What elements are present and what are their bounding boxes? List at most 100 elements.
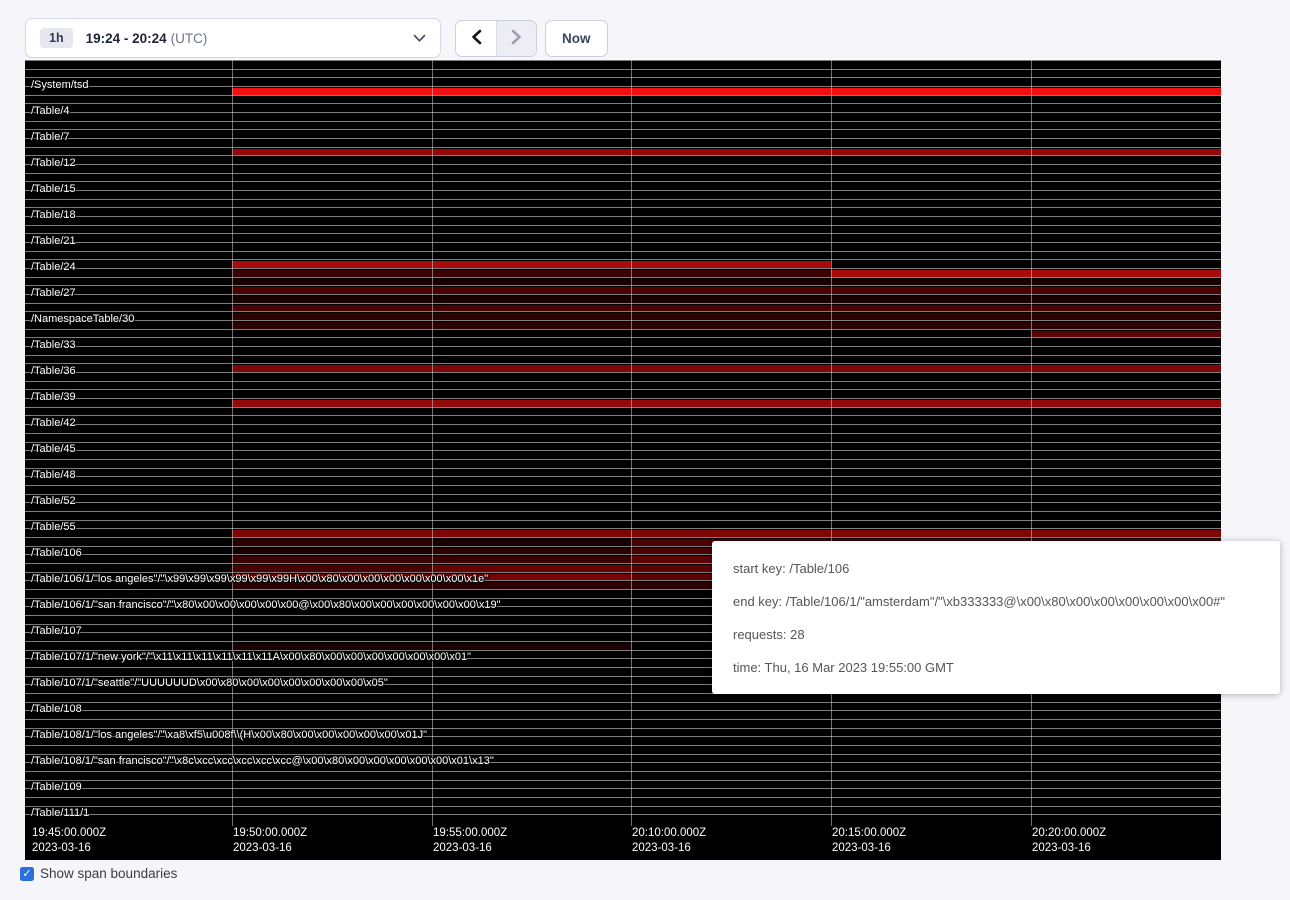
heatmap-sub-row	[25, 771, 1221, 780]
heatmap-sub-row	[25, 433, 1221, 442]
heatmap-sub-row	[25, 329, 1221, 338]
heat-band	[232, 400, 1221, 407]
now-button[interactable]: Now	[545, 20, 608, 57]
row-label: /Table/18	[31, 209, 76, 221]
toolbar: 1h 19:24 - 20:24 (UTC) Now	[0, 0, 1290, 60]
show-span-boundaries-checkbox[interactable]: ✓	[20, 867, 34, 881]
heatmap-sub-row	[25, 138, 1221, 147]
heatmap-sub-row	[25, 407, 1221, 416]
chevron-down-icon	[413, 34, 426, 43]
heatmap-sub-row	[25, 485, 1221, 494]
heatmap-sub-row	[25, 216, 1221, 225]
time-tick-label: 19:55:00.000Z2023-03-16	[433, 826, 507, 855]
heatmap-sub-row	[25, 181, 1221, 190]
heat-band	[232, 565, 432, 572]
row-label: /Table/24	[31, 261, 76, 273]
heatmap-sub-row	[25, 468, 1221, 477]
heatmap-sub-row	[25, 363, 1221, 372]
row-label: /Table/15	[31, 183, 76, 195]
tooltip-line: requests: 28	[733, 618, 1272, 651]
heatmap-sub-row	[25, 502, 1221, 511]
heatmap-sub-row	[25, 415, 1221, 424]
time-gridline	[1031, 60, 1032, 826]
heatmap-sub-row	[25, 86, 1221, 95]
heatmap-sub-row	[25, 389, 1221, 398]
heatmap-sub-row	[25, 372, 1221, 381]
heat-band	[232, 548, 432, 555]
heatmap-sub-row	[25, 251, 1221, 260]
heatmap-sub-row	[25, 311, 1221, 320]
heatmap-rows	[25, 60, 1221, 823]
time-tick-label: 20:15:00.000Z2023-03-16	[832, 826, 906, 855]
heat-band	[232, 539, 432, 546]
heat-band	[432, 539, 632, 546]
heat-band	[232, 530, 1221, 537]
heatmap-sub-row	[25, 259, 1221, 268]
row-label: /Table/12	[31, 157, 76, 169]
heatmap-sub-row	[25, 147, 1221, 156]
heat-band	[232, 88, 1221, 95]
row-label: /Table/21	[31, 235, 76, 247]
row-label: /Table/48	[31, 469, 76, 481]
row-label: /Table/7	[31, 131, 70, 143]
heatmap-sub-row	[25, 476, 1221, 485]
heatmap-sub-row	[25, 77, 1221, 86]
heatmap-sub-row	[25, 69, 1221, 78]
row-label: /Table/106	[31, 547, 82, 559]
heat-band	[232, 261, 831, 268]
heatmap-sub-row	[25, 225, 1221, 234]
heatmap-sub-row	[25, 320, 1221, 329]
time-range-text: 19:24 - 20:24	[86, 31, 167, 46]
time-range-select[interactable]: 1h 19:24 - 20:24 (UTC)	[25, 18, 441, 58]
row-label: /Table/106/1/"san francisco"/"\x80\x00\x…	[31, 599, 501, 611]
heatmap-sub-row	[25, 450, 1221, 459]
heatmap-sub-row	[25, 277, 1221, 286]
heatmap-sub-row	[25, 268, 1221, 277]
row-label: /Table/106/1/"los angeles"/"\x99\x99\x99…	[31, 573, 488, 585]
time-nav-group	[455, 20, 537, 57]
heatmap-sub-row	[25, 806, 1221, 815]
heatmap-sub-row	[25, 337, 1221, 346]
heatmap-sub-row	[25, 199, 1221, 208]
row-label: /Table/107	[31, 625, 82, 637]
heatmap-sub-row	[25, 155, 1221, 164]
chevron-left-icon	[470, 29, 483, 48]
show-span-boundaries-control: ✓ Show span boundaries	[20, 866, 177, 881]
heatmap-sub-row	[25, 173, 1221, 182]
time-tick-label: 20:10:00.000Z2023-03-16	[632, 826, 706, 855]
heatmap-sub-row	[25, 710, 1221, 719]
heatmap-sub-row	[25, 303, 1221, 312]
heat-band	[432, 565, 632, 572]
heatmap-sub-row	[25, 129, 1221, 138]
chevron-right-icon	[510, 29, 523, 48]
heatmap-sub-row	[25, 398, 1221, 407]
tooltip-line: time: Thu, 16 Mar 2023 19:55:00 GMT	[733, 651, 1272, 684]
heatmap-sub-row	[25, 494, 1221, 503]
heat-band	[232, 149, 1221, 156]
heatmap-sub-row	[25, 797, 1221, 806]
heat-band	[232, 322, 1221, 329]
next-time-button[interactable]	[496, 21, 536, 56]
heatmap-sub-row	[25, 528, 1221, 537]
row-label: /Table/52	[31, 495, 76, 507]
heatmap-sub-row	[25, 719, 1221, 728]
heatmap-sub-row	[25, 520, 1221, 529]
prev-time-button[interactable]	[456, 21, 496, 56]
heatmap-sub-row	[25, 164, 1221, 173]
heat-band	[232, 305, 1221, 312]
heatmap-sub-row	[25, 745, 1221, 754]
heat-band	[831, 270, 1221, 277]
heatmap-sub-row	[25, 233, 1221, 242]
row-label: /Table/27	[31, 287, 76, 299]
heatmap-sub-row	[25, 814, 1221, 823]
keyspace-heatmap-panel[interactable]: /System/tsd/Table/4/Table/7/Table/12/Tab…	[25, 60, 1221, 860]
time-gridline	[631, 60, 632, 826]
row-label: /System/tsd	[31, 79, 88, 91]
duration-chip: 1h	[40, 28, 73, 48]
heatmap-sub-row	[25, 442, 1221, 451]
heatmap-sub-row	[25, 103, 1221, 112]
time-tick-label: 19:50:00.000Z2023-03-16	[233, 826, 307, 855]
row-label: /Table/107/1/"seattle"/"UUUUUUD\x00\x80\…	[31, 677, 388, 689]
row-label: /Table/42	[31, 417, 76, 429]
heatmap-sub-row	[25, 346, 1221, 355]
